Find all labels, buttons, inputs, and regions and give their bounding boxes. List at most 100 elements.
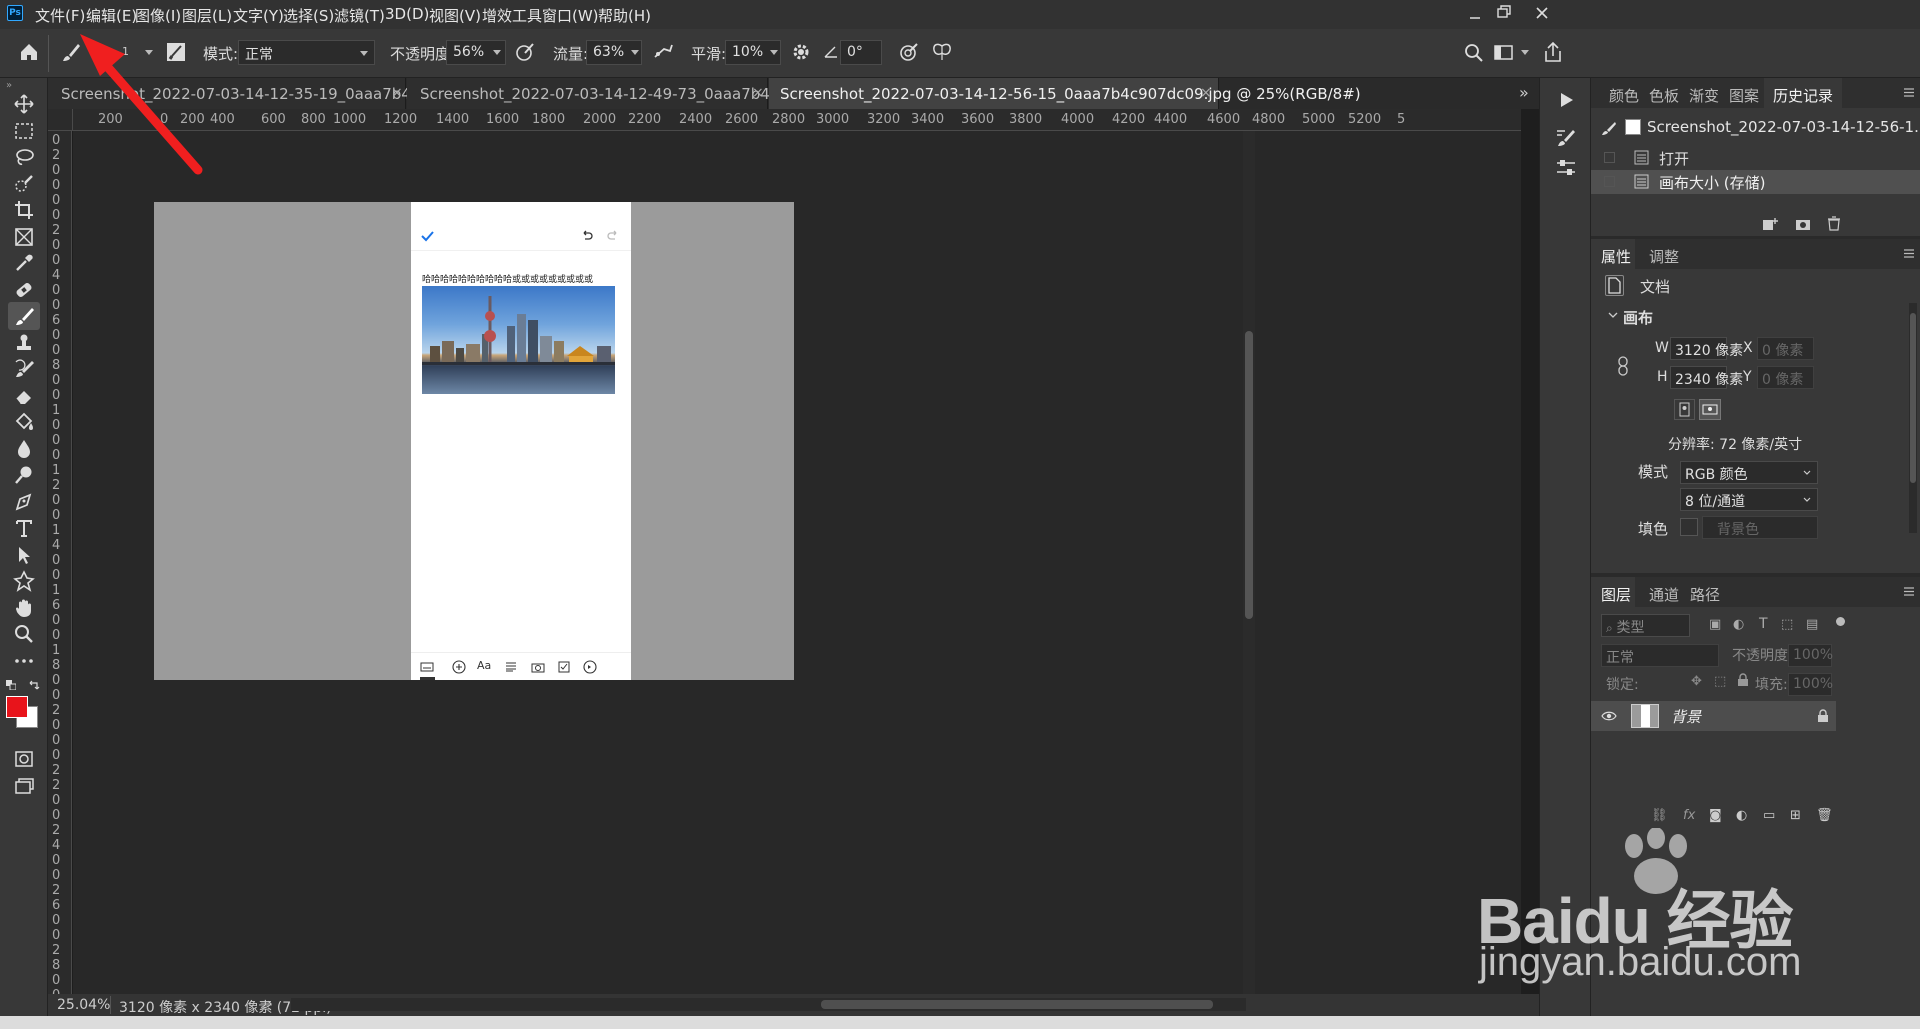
healing-brush-tool-icon[interactable]	[8, 276, 40, 304]
filter-adjustment-icon[interactable]: ◐	[1733, 617, 1744, 632]
layer-style-fx-icon[interactable]: fx	[1683, 808, 1695, 823]
bit-depth-select[interactable]: 8 位/通道	[1680, 488, 1818, 511]
menu-view[interactable]: 视图(V)	[429, 5, 481, 26]
filter-shape-icon[interactable]: ⬚	[1781, 617, 1793, 632]
vertical-scrollbar[interactable]	[1243, 131, 1255, 994]
tab-color[interactable]: 颜色	[1609, 85, 1639, 106]
play-action-icon[interactable]	[1556, 90, 1576, 110]
delete-layer-icon[interactable]: 🗑	[1816, 808, 1833, 823]
new-group-icon[interactable]: ▭	[1763, 808, 1775, 823]
chevron-down-icon[interactable]	[1608, 311, 1618, 319]
menu-select[interactable]: 选择(S)	[283, 5, 334, 26]
quick-mask-icon[interactable]	[8, 745, 40, 773]
lock-all-icon[interactable]	[1737, 673, 1749, 687]
horizontal-scroll-thumb[interactable]	[821, 1000, 1213, 1009]
properties-scrollbar[interactable]	[1909, 303, 1917, 533]
vertical-scroll-thumb[interactable]	[1245, 331, 1253, 619]
frame-tool-icon[interactable]	[8, 223, 40, 251]
minimize-button[interactable]	[1468, 8, 1482, 22]
mode-select[interactable]: 正常	[238, 40, 375, 65]
search-icon[interactable]	[1464, 43, 1484, 63]
menu-type[interactable]: 文字(Y)	[233, 5, 284, 26]
paint-bucket-tool-icon[interactable]	[8, 408, 40, 436]
tab-history[interactable]: 历史记录	[1773, 85, 1833, 106]
new-document-from-state-icon[interactable]	[1762, 217, 1778, 231]
filter-pixel-icon[interactable]: ▣	[1709, 617, 1721, 632]
close-tab-icon[interactable]: ×	[391, 85, 403, 101]
hand-tool-icon[interactable]	[8, 594, 40, 622]
workspace-icon[interactable]	[1494, 44, 1514, 62]
adjustment-layer-icon[interactable]: ◐	[1736, 808, 1747, 823]
layer-fill-field[interactable]: 100%	[1788, 673, 1833, 696]
tab-overflow-button[interactable]: »	[1519, 83, 1529, 102]
lock-position-icon[interactable]: ✥	[1691, 674, 1702, 689]
swap-colors-icon[interactable]	[28, 679, 40, 691]
symmetry-icon[interactable]	[931, 41, 953, 63]
tab-gradients[interactable]: 渐变	[1689, 85, 1719, 106]
opacity-dropdown[interactable]	[493, 50, 501, 55]
tab-layers[interactable]: 图层	[1601, 584, 1631, 605]
horizontal-scrollbar[interactable]	[291, 998, 1246, 1011]
camera-snapshot-icon[interactable]	[1795, 217, 1811, 231]
clone-stamp-tool-icon[interactable]	[8, 329, 40, 357]
canvas-height-field[interactable]: 2340 像素	[1670, 366, 1743, 389]
history-item-open[interactable]: 打开	[1591, 146, 1920, 170]
document-tab-3[interactable]: Screenshot_2022-07-03-14-12-56-15_0aaa7b…	[769, 78, 1361, 109]
status-menu-arrow[interactable]: ›	[267, 996, 273, 1012]
filter-smart-object-icon[interactable]: ▤	[1806, 617, 1818, 632]
canvas-workspace[interactable]: 哈哈哈哈哈哈哈哈哈哈或或或或或或或或或 Aa	[73, 131, 1521, 994]
eye-icon[interactable]	[1601, 710, 1617, 722]
foreground-color-swatch[interactable]	[6, 696, 28, 718]
path-selection-tool-icon[interactable]	[8, 541, 40, 569]
zoom-level[interactable]: 25.04%	[57, 997, 110, 1013]
move-tool-icon[interactable]	[8, 90, 40, 118]
lock-artboard-icon[interactable]: ⬚	[1714, 674, 1726, 689]
link-layers-icon[interactable]: ⛓	[1651, 808, 1668, 823]
tab-channels[interactable]: 通道	[1649, 584, 1679, 605]
crop-tool-icon[interactable]	[8, 196, 40, 224]
close-tab-icon[interactable]: ×	[1200, 85, 1212, 101]
history-item-canvas-size[interactable]: 画布大小 (存储)	[1591, 170, 1920, 194]
color-mode-select[interactable]: RGB 颜色	[1680, 461, 1818, 484]
home-icon[interactable]	[18, 41, 40, 63]
restore-button[interactable]	[1496, 4, 1512, 20]
menu-window[interactable]: 窗口(W)	[542, 5, 599, 26]
more-tools-icon[interactable]	[8, 647, 40, 675]
blend-mode-select[interactable]: 正常	[1601, 644, 1719, 667]
adjustments-panel-icon[interactable]	[1555, 158, 1577, 178]
history-brush-source-icon[interactable]	[1601, 120, 1617, 136]
document-tab-2[interactable]: Screenshot_2022-07-03-14-12-49-73_0aaa7b…	[407, 78, 872, 109]
lasso-tool-icon[interactable]	[8, 143, 40, 171]
marquee-tool-icon[interactable]	[8, 117, 40, 145]
new-layer-icon[interactable]: ⊞	[1790, 808, 1801, 823]
quick-selection-tool-icon[interactable]	[8, 170, 40, 198]
tab-adjustments[interactable]: 调整	[1649, 246, 1679, 267]
brush-tool-icon[interactable]	[8, 302, 40, 330]
shape-tool-icon[interactable]	[8, 567, 40, 595]
close-window-button[interactable]	[1534, 5, 1550, 21]
type-tool-icon[interactable]	[8, 514, 40, 542]
landscape-orientation-button[interactable]	[1699, 399, 1721, 420]
tab-paths[interactable]: 路径	[1690, 584, 1720, 605]
panel-menu-icon[interactable]	[1904, 587, 1914, 596]
workspace-dropdown[interactable]	[1521, 50, 1529, 55]
panel-menu-icon[interactable]	[1904, 88, 1914, 97]
add-mask-icon[interactable]: ◙	[1709, 808, 1722, 823]
fill-select[interactable]: 背景色	[1702, 516, 1818, 539]
brush-settings-panel-icon[interactable]	[1555, 128, 1577, 148]
eraser-tool-icon[interactable]	[8, 382, 40, 410]
blur-tool-icon[interactable]	[8, 435, 40, 463]
flow-dropdown[interactable]	[631, 50, 639, 55]
angle-field[interactable]: 0°	[840, 40, 882, 65]
filter-toggle[interactable]	[1836, 617, 1845, 626]
link-icon[interactable]	[1617, 356, 1629, 376]
layer-opacity-field[interactable]: 100%	[1788, 644, 1833, 667]
trash-icon[interactable]	[1827, 216, 1841, 231]
zoom-tool-icon[interactable]	[8, 620, 40, 648]
eyedropper-tool-icon[interactable]	[8, 249, 40, 277]
share-icon[interactable]	[1543, 41, 1563, 63]
tab-swatches[interactable]: 色板	[1649, 85, 1679, 106]
portrait-orientation-button[interactable]	[1674, 399, 1695, 420]
dodge-tool-icon[interactable]	[8, 461, 40, 489]
menu-help[interactable]: 帮助(H)	[598, 5, 651, 26]
